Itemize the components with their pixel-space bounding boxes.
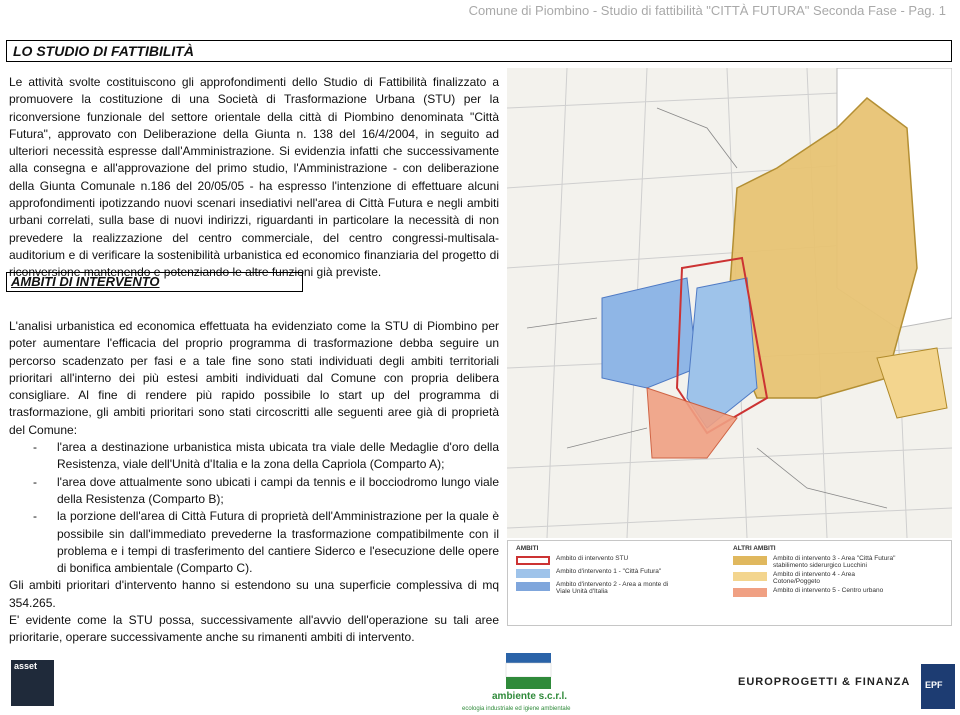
ambiente-name: ambiente s.c.r.l. [492, 691, 567, 702]
legend-ambiti: AMBITI Ambito di intervento STU Ambito d… [516, 545, 669, 597]
legend-altri: ALTRI AMBITI Ambito di intervento 3 - Ar… [733, 545, 895, 600]
page-header: Comune di Piombino - Studio di fattibili… [468, 3, 946, 18]
map-legend: AMBITI Ambito di intervento STU Ambito d… [507, 540, 952, 626]
city-map [507, 68, 952, 538]
ambiti-title-box: AMBITI DI INTERVENTO [6, 272, 303, 292]
ambiente-logo: ambiente s.c.r.l. ecologia industriale e… [462, 653, 571, 712]
ambiti-conclusion: E' evidente come la STU possa, successiv… [9, 613, 499, 645]
legend-item: Ambito di intervento 5 - Centro urbano [733, 587, 883, 600]
ambiti-paragraph: L'analisi urbanistica ed economica effet… [9, 318, 499, 647]
legend-item: Ambito di intervento 3 - Area "Città Fut… [733, 555, 895, 571]
epf-logo: EPF [921, 664, 955, 709]
legend-item: Ambito d'intervento 1 - "Città Futura" [516, 568, 661, 581]
list-item: - l'area dove attualmente sono ubicati i … [33, 474, 499, 506]
ambiti-intro: L'analisi urbanistica ed economica effet… [9, 319, 499, 437]
section-title: LO STUDIO DI FATTIBILITÀ [13, 43, 194, 59]
legend-item: Ambito d'intervento 2 - Area a monte di V… [516, 581, 668, 597]
list-item: - la porzione dell'area di Città Futura d… [33, 509, 499, 576]
legend-item: Ambito di intervento 4 - Area Cotone/Pogg… [733, 571, 855, 587]
ambiti-title: AMBITI DI INTERVENTO [11, 274, 160, 289]
list-item: - l'area a destinazione urbanistica mista… [33, 440, 499, 472]
asset-logo: asset [11, 660, 54, 706]
intro-paragraph: Le attività svolte costituiscono gli app… [9, 75, 499, 280]
ambiti-list: - l'area a destinazione urbanistica mista… [9, 439, 499, 577]
ambiente-tagline: ecologia industriale ed igiene ambiental… [462, 706, 571, 712]
section-title-box: LO STUDIO DI FATTIBILITÀ [6, 40, 952, 62]
europrogetti-name: EUROPROGETTI & FINANZA [738, 676, 911, 688]
legend-item: Ambito di intervento STU [516, 555, 628, 568]
ambiti-surface: Gli ambiti prioritari d'intervento hanno… [9, 578, 499, 610]
